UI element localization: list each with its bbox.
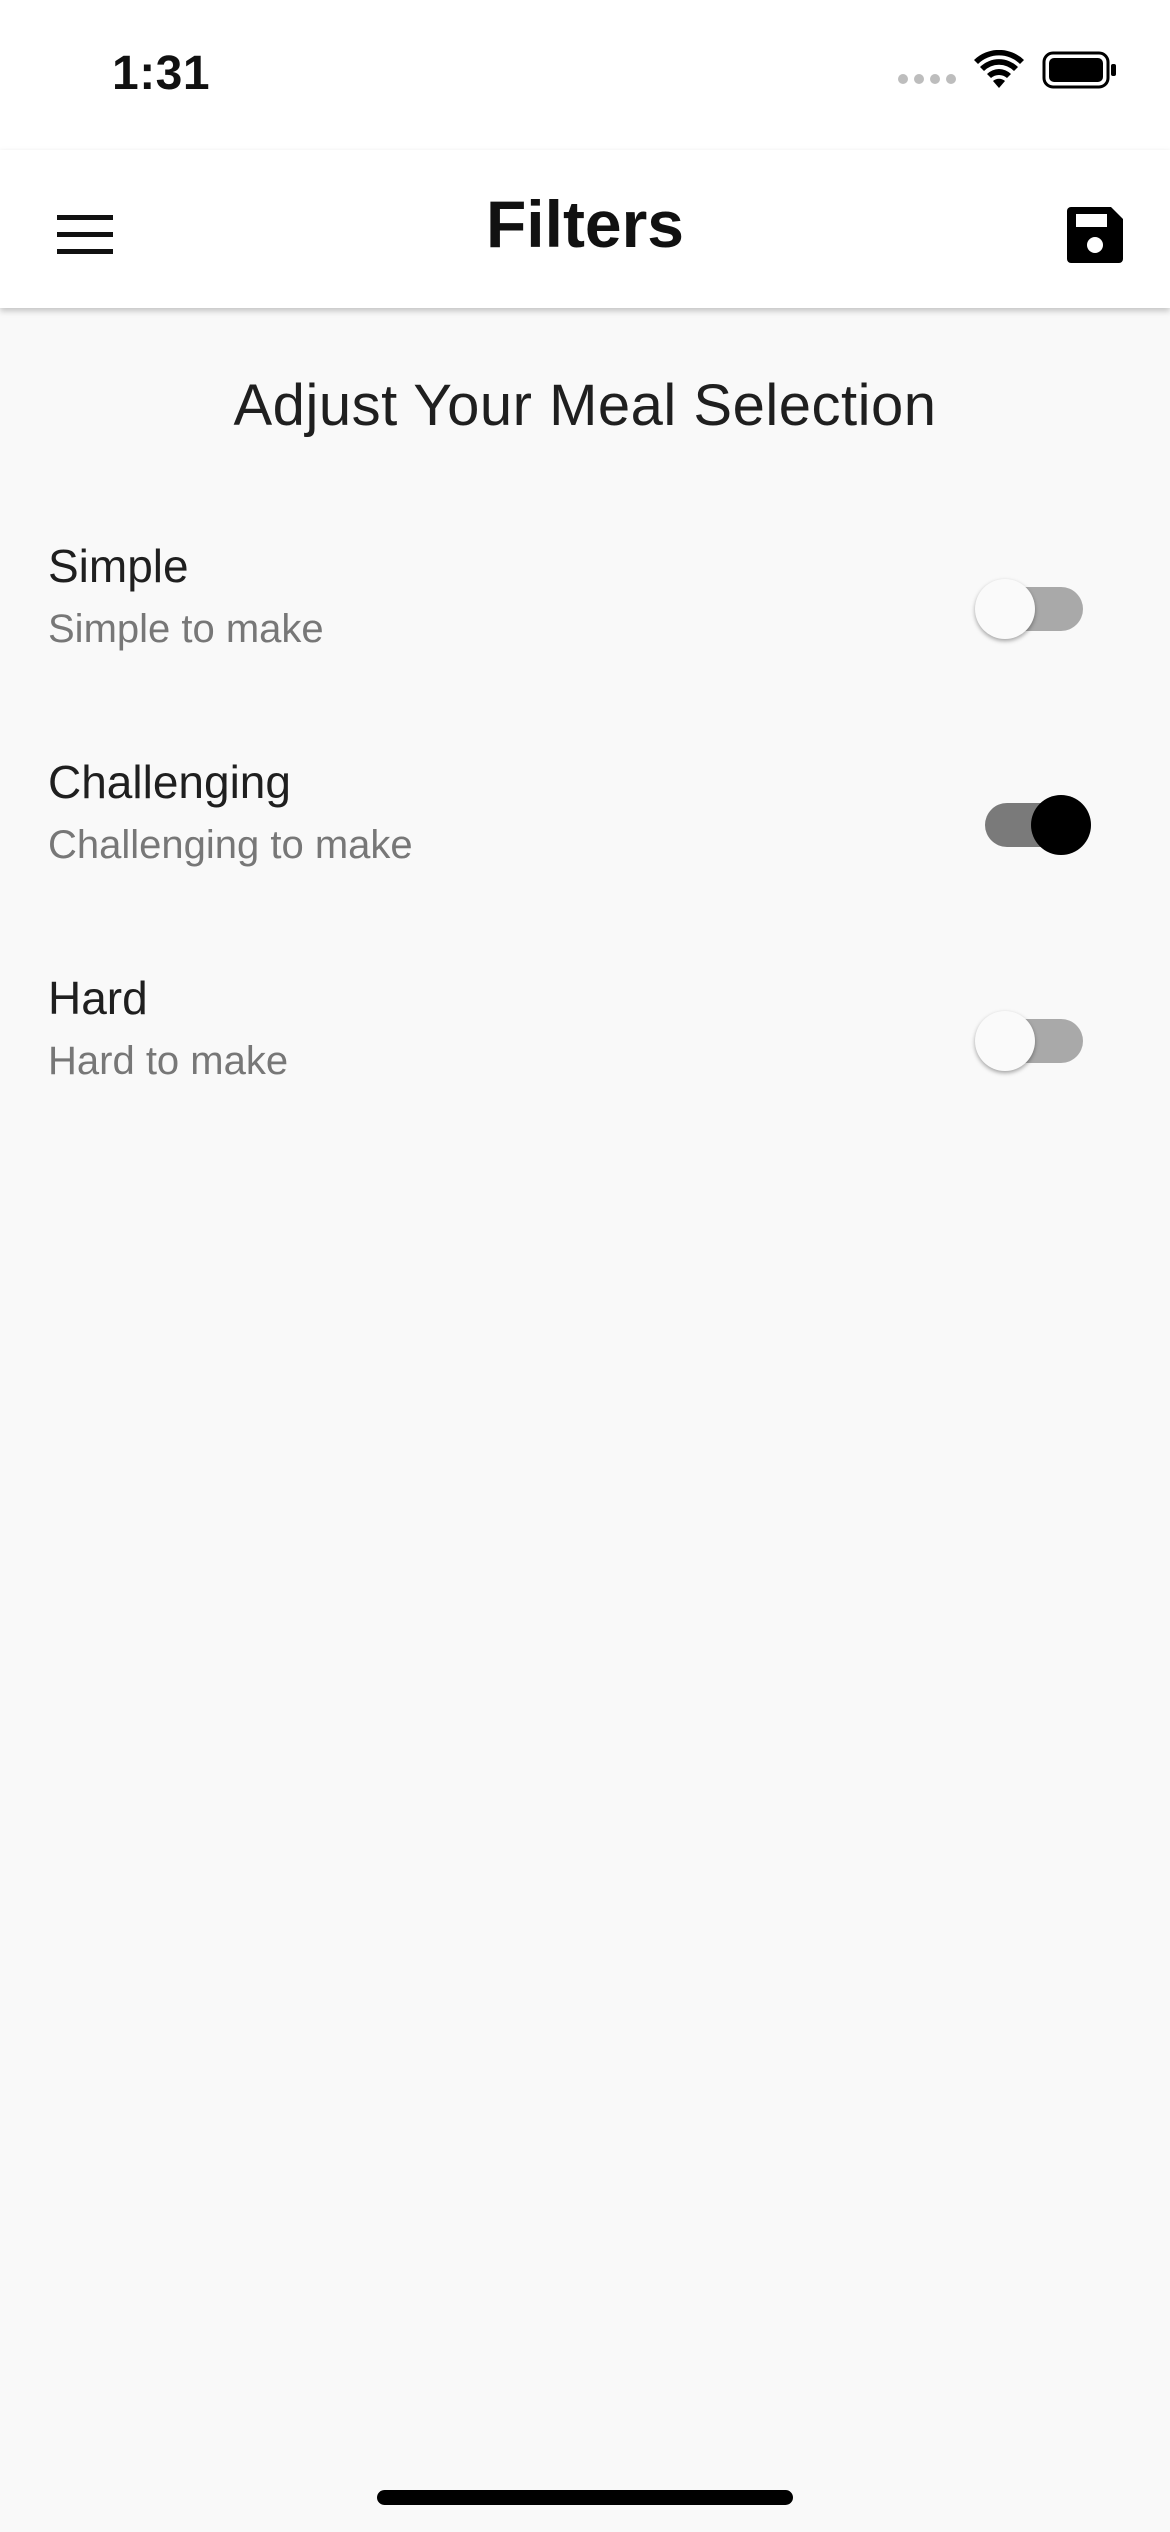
- switch-thumb: [975, 1011, 1035, 1071]
- filter-item-simple: Simple Simple to make: [0, 499, 1170, 715]
- page-title: Filters: [485, 187, 685, 261]
- filter-subtitle: Simple to make: [48, 607, 324, 651]
- filter-subtitle: Hard to make: [48, 1039, 289, 1083]
- status-icons: [898, 49, 1118, 95]
- battery-icon: [1042, 51, 1118, 94]
- signal-icon: [898, 73, 956, 84]
- main-content: Adjust Your Meal Selection Simple Simple…: [0, 308, 1170, 1147]
- filter-item-challenging: Challenging Challenging to make: [0, 715, 1170, 931]
- filter-title: Hard: [48, 972, 148, 1024]
- wifi-icon: [974, 49, 1024, 95]
- switch-thumb: [1031, 795, 1091, 855]
- save-icon: [1065, 205, 1125, 270]
- challenging-toggle[interactable]: [975, 795, 1091, 855]
- save-button[interactable]: [1040, 182, 1150, 292]
- status-bar: 1:31: [0, 0, 1170, 150]
- section-heading: Adjust Your Meal Selection: [233, 373, 937, 438]
- filter-list: Simple Simple to make Challenging Challe…: [0, 499, 1170, 1147]
- app-bar: Filters: [0, 150, 1170, 308]
- status-time: 1:31: [112, 47, 211, 100]
- filter-subtitle: Challenging to make: [48, 823, 413, 867]
- filter-title: Simple: [48, 540, 189, 592]
- filter-item-hard: Hard Hard to make: [0, 931, 1170, 1147]
- home-indicator[interactable]: [377, 2490, 793, 2505]
- filter-title: Challenging: [48, 756, 291, 808]
- switch-thumb: [975, 579, 1035, 639]
- hard-toggle[interactable]: [975, 1011, 1085, 1071]
- simple-toggle[interactable]: [975, 579, 1085, 639]
